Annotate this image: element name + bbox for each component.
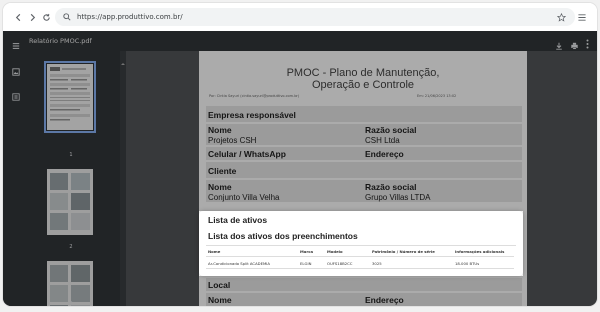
table-header-modelo: Modelo — [327, 249, 343, 254]
table-header-patrimonio: Patrimônio / Número de série — [372, 249, 435, 254]
forward-icon[interactable] — [25, 10, 39, 24]
back-icon[interactable] — [11, 10, 25, 24]
table-header-marca: Marca — [300, 249, 314, 254]
highlighted-assets-section: Lista de ativos Lista dos ativos dos pre… — [199, 211, 523, 276]
reload-icon[interactable] — [39, 10, 53, 24]
dim-overlay-left — [3, 211, 199, 276]
table-divider — [206, 268, 514, 269]
table-cell-informacoes: 18.000 BTUs — [455, 261, 480, 266]
assets-table: Nome Marca Modelo Patrimônio / Número de… — [206, 249, 514, 273]
search-icon — [63, 8, 71, 26]
section-header-ativos: Lista de ativos — [208, 215, 268, 225]
browser-toolbar: https://app.produttivo.com.br/ — [3, 3, 597, 31]
table-divider — [206, 256, 514, 257]
dim-overlay-bottom — [3, 276, 597, 306]
table-cell-marca: ELGIN — [300, 261, 312, 266]
pdf-viewer: Relatório PMOC.pdf 1 2 3 PMOC - Plano de… — [3, 31, 597, 306]
browser-window: https://app.produttivo.com.br/ Relatório… — [3, 3, 597, 306]
section-header-preenchimentos: Lista dos ativos dos preenchimentos — [208, 231, 358, 241]
dim-overlay-top — [3, 31, 597, 211]
bookmark-star-icon[interactable] — [554, 10, 568, 24]
url-text: https://app.produttivo.com.br/ — [77, 13, 183, 21]
table-divider — [206, 245, 516, 246]
dim-overlay-right — [523, 211, 597, 276]
table-cell-patrimonio: 3025 — [372, 261, 382, 266]
menu-icon[interactable] — [575, 10, 589, 24]
table-header-informacoes: Informações adicionais — [455, 249, 505, 254]
table-header-nome: Nome — [208, 249, 221, 254]
table-cell-nome: Ar-Condicionado Split ACADEMIA — [208, 261, 270, 266]
address-bar[interactable]: https://app.produttivo.com.br/ — [55, 8, 575, 26]
table-cell-modelo: OUFS18B2CC — [327, 261, 353, 266]
